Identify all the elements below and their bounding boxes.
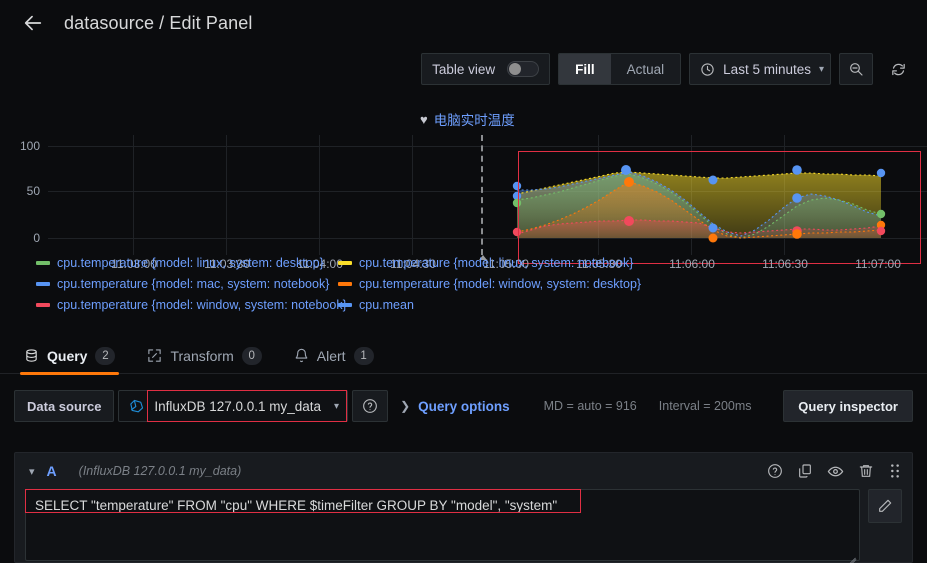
max-data-points: MD = auto = 916 [543,399,637,413]
x-tick: 11:06:30 [762,257,808,271]
breadcrumb[interactable]: datasource / Edit Panel [64,13,252,34]
query-id[interactable]: A [47,463,57,479]
chevron-right-icon: ❯ [400,399,411,413]
tab-label: Alert [316,347,346,364]
series-layer [512,165,886,243]
x-tick: 11:07:00 [855,257,901,271]
query-edit-pencil-button[interactable] [868,489,902,523]
query-options-toggle[interactable]: ❯ Query options [400,399,510,414]
query-header: ▾ A (InfluxDB 127.0.0.1 my_data) [15,453,912,489]
datasource-picker[interactable]: InfluxDB 127.0.0.1 my_data ▾ [118,390,349,422]
legend-label: cpu.temperature {model: linux, system: d… [57,255,324,270]
legend-label: cpu.temperature {model: window, system: … [57,297,347,312]
tab-transform[interactable]: Transform 0 [147,338,262,374]
actual-button[interactable]: Actual [611,54,681,84]
y-tick-100: 100 [19,139,40,153]
legend-color-swatch [338,260,352,265]
legend-label: cpu.mean [359,297,414,312]
panel-title-text: 电脑实时温度 [433,113,515,128]
query-textarea-wrap [25,489,860,563]
legend-item[interactable]: cpu.temperature {model: mac, system: not… [36,277,338,291]
switch-knob [509,63,522,75]
editor-tabs: Query 2 Transform 0 Alert 1 [0,338,927,375]
edit-panel-page: datasource / Edit Panel Table view Fill … [0,0,927,563]
chevron-down-icon[interactable]: ▾ [29,465,35,478]
query-sql-input[interactable] [25,489,860,561]
legend-color-swatch [338,281,352,286]
tab-label: Query [47,347,88,364]
trash-icon[interactable] [858,463,874,479]
legend-item[interactable]: cpu.temperature {model: window, system: … [36,298,347,312]
fill-actual-segmented: Fill Actual [558,53,682,85]
legend-row: cpu.temperature {model: mac, system: not… [36,273,736,294]
tab-query[interactable]: Query 2 [19,338,120,375]
refresh-button[interactable] [881,53,915,85]
datasource-label: Data source [14,390,115,422]
tab-badge: 2 [95,346,116,365]
influxdb-icon [128,398,145,415]
chart-legend: cpu.temperature {model: linux, system: d… [36,252,736,314]
heart-icon: ♥ [420,111,428,127]
drag-handle-icon[interactable] [888,463,902,479]
datasource-selected: InfluxDB 127.0.0.1 my_data [154,398,322,414]
legend-color-swatch [36,302,50,307]
time-range-picker[interactable]: Last 5 minutes ▾ [689,53,831,85]
page-header: datasource / Edit Panel [0,0,927,46]
chevron-down-icon: ▾ [818,63,824,75]
help-circle-icon[interactable] [767,463,783,479]
legend-color-swatch [36,260,50,265]
y-axis: 100 50 0 [0,135,46,255]
chart-gridlines [48,135,927,260]
time-range-label: Last 5 minutes [723,61,811,77]
query-options-summary: MD = auto = 916 Interval = 200ms [544,399,752,413]
query-actions [767,463,902,480]
chevron-down-icon: ▾ [334,400,340,412]
legend-item[interactable]: cpu.temperature {model: linux, system: d… [36,256,338,270]
back-arrow-icon[interactable] [18,8,48,38]
query-body [15,489,912,563]
interval-value: Interval = 200ms [658,399,752,413]
tab-alert[interactable]: Alert 1 [294,338,374,374]
legend-item[interactable]: cpu.temperature {model: window, system: … [338,277,641,291]
tab-label: Transform [170,347,234,364]
eye-icon[interactable] [827,463,844,480]
query-options-label: Query options [418,398,510,414]
query-datasource-note: (InfluxDB 127.0.0.1 my_data) [78,464,242,478]
help-circle-icon [362,398,378,414]
table-view-label: Table view [432,61,496,77]
y-tick-0: 0 [33,231,40,245]
datasource-help-button[interactable] [352,390,389,422]
datasource-row: Data source InfluxDB 127.0.0.1 my_data ▾… [14,390,913,422]
bell-icon [294,348,309,363]
transform-icon [147,348,162,363]
table-view-switch[interactable] [507,61,540,77]
panel-toolbar: Table view Fill Actual Last 5 minutes ▾ [421,53,915,85]
legend-label: cpu.temperature {model: window, system: … [359,276,642,291]
database-icon [24,348,39,363]
query-inspector-button[interactable]: Query inspector [783,390,913,422]
query-editor-card: ▾ A (InfluxDB 127.0.0.1 my_data) [14,452,913,563]
legend-row: cpu.temperature {model: window, system: … [36,294,736,314]
legend-item[interactable]: cpu.mean [338,298,414,312]
plot-area[interactable]: 100 50 0 [0,135,927,264]
tab-badge: 1 [353,346,374,365]
zoom-out-button[interactable] [839,53,873,85]
legend-label: cpu.temperature {model: linux, system: n… [359,255,634,270]
panel-title: ♥ 电脑实时温度 [420,109,515,129]
fill-button[interactable]: Fill [559,54,611,84]
legend-color-swatch [338,302,352,307]
duplicate-icon[interactable] [797,463,813,479]
y-tick-50: 50 [26,184,40,198]
legend-item[interactable]: cpu.temperature {model: linux, system: n… [338,256,633,270]
table-view-toggle[interactable]: Table view [421,53,551,85]
tab-badge: 0 [241,346,262,365]
legend-color-swatch [36,281,50,286]
clock-icon [700,62,715,77]
legend-row: cpu.temperature {model: linux, system: d… [36,252,736,273]
legend-label: cpu.temperature {model: mac, system: not… [57,276,330,291]
